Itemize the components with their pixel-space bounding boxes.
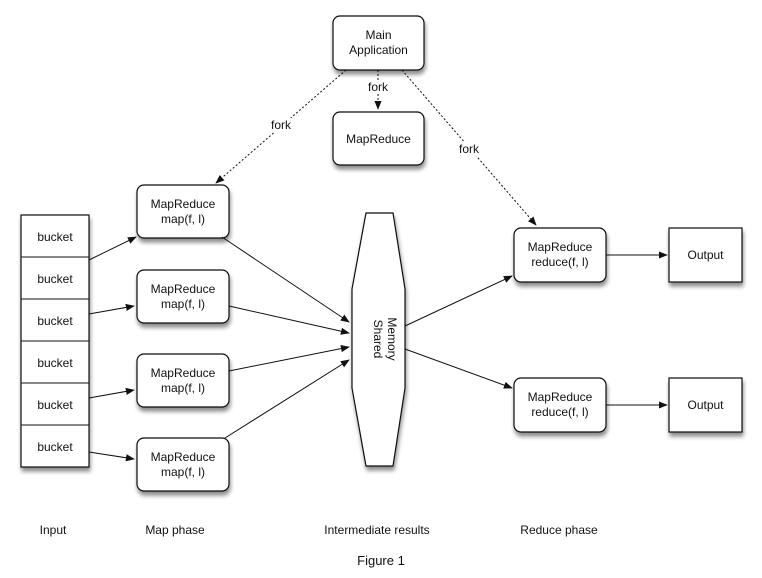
mapper-node: MapReducemap(f, l) [136, 353, 230, 408]
reducer-title: MapReduce [528, 240, 593, 254]
reducer-group: MapReducereduce(f, l)MapReducereduce(f, … [513, 227, 607, 433]
mapper-title: MapReduce [151, 450, 216, 464]
fork-label-mapper: fork [271, 118, 292, 132]
caption-reduce-phase: Reduce phase [520, 523, 598, 537]
edge-mapper-memory-1 [221, 236, 350, 323]
edge-bucket-mapper-3 [88, 387, 135, 399]
reducer-title: MapReduce [528, 390, 593, 404]
input-bucket-stack: bucket bucket bucket bucket bucket bucket [20, 214, 90, 468]
edge-bucket-mapper-4 [88, 451, 135, 462]
fork-label-reducer: fork [459, 142, 480, 156]
edge-mapper-memory-3 [228, 345, 350, 372]
shared-memory-label-1: Shared [371, 320, 385, 359]
output-label: Output [687, 398, 724, 412]
caption-intermediate-results: Intermediate results [324, 523, 429, 537]
output-label: Output [687, 248, 724, 262]
bucket-cell: bucket [37, 356, 73, 370]
caption-map-phase: Map phase [145, 523, 205, 537]
mapreduce-master-node: MapReduce [332, 111, 425, 166]
mapper-group: MapReducemap(f, l)MapReducemap(f, l)MapR… [136, 184, 230, 492]
output-group: Output Output [668, 227, 743, 433]
main-application-label-1: Main [365, 28, 391, 42]
reducer-function: reduce(f, l) [531, 405, 588, 419]
edge-bucket-mapper-2 [88, 303, 135, 315]
reducer-function: reduce(f, l) [531, 255, 588, 269]
fork-label-master: fork [368, 80, 389, 94]
bucket-cell: bucket [37, 230, 73, 244]
mapper-function: map(f, l) [161, 212, 205, 226]
reducer-node: MapReducereduce(f, l) [513, 377, 607, 433]
mapper-title: MapReduce [151, 366, 216, 380]
bucket-cell: bucket [37, 314, 73, 328]
mapper-node: MapReducemap(f, l) [136, 184, 230, 239]
reducer-node: MapReducereduce(f, l) [513, 227, 607, 283]
main-application-label-2: Application [349, 43, 408, 57]
main-application-node: Main Application [332, 15, 425, 71]
mapper-function: map(f, l) [161, 381, 205, 395]
mapreduce-diagram: Main Application MapReduce fork fork for… [20, 15, 743, 568]
figure-caption: Figure 1 [357, 553, 405, 568]
shared-memory-label-2: Memory [385, 317, 399, 360]
caption-input: Input [40, 523, 67, 537]
edge-bucket-mapper-1 [88, 236, 137, 261]
mapper-node: MapReducemap(f, l) [136, 269, 230, 324]
edge-memory-reducer-1 [404, 275, 513, 327]
mapper-function: map(f, l) [161, 465, 205, 479]
mapper-function: map(f, l) [161, 297, 205, 311]
bucket-cell: bucket [37, 398, 73, 412]
output-node: Output [668, 227, 743, 283]
edge-mapper-memory-4 [224, 359, 350, 439]
shared-memory-node: Shared Memory [351, 212, 406, 467]
mapreduce-master-label: MapReduce [346, 132, 411, 146]
edge-memory-reducer-2 [404, 348, 513, 389]
bucket-cell: bucket [37, 272, 73, 286]
mapper-title: MapReduce [151, 282, 216, 296]
mapper-title: MapReduce [151, 197, 216, 211]
mapper-node: MapReducemap(f, l) [136, 437, 230, 492]
bucket-cell: bucket [37, 440, 73, 454]
output-node: Output [668, 377, 743, 433]
